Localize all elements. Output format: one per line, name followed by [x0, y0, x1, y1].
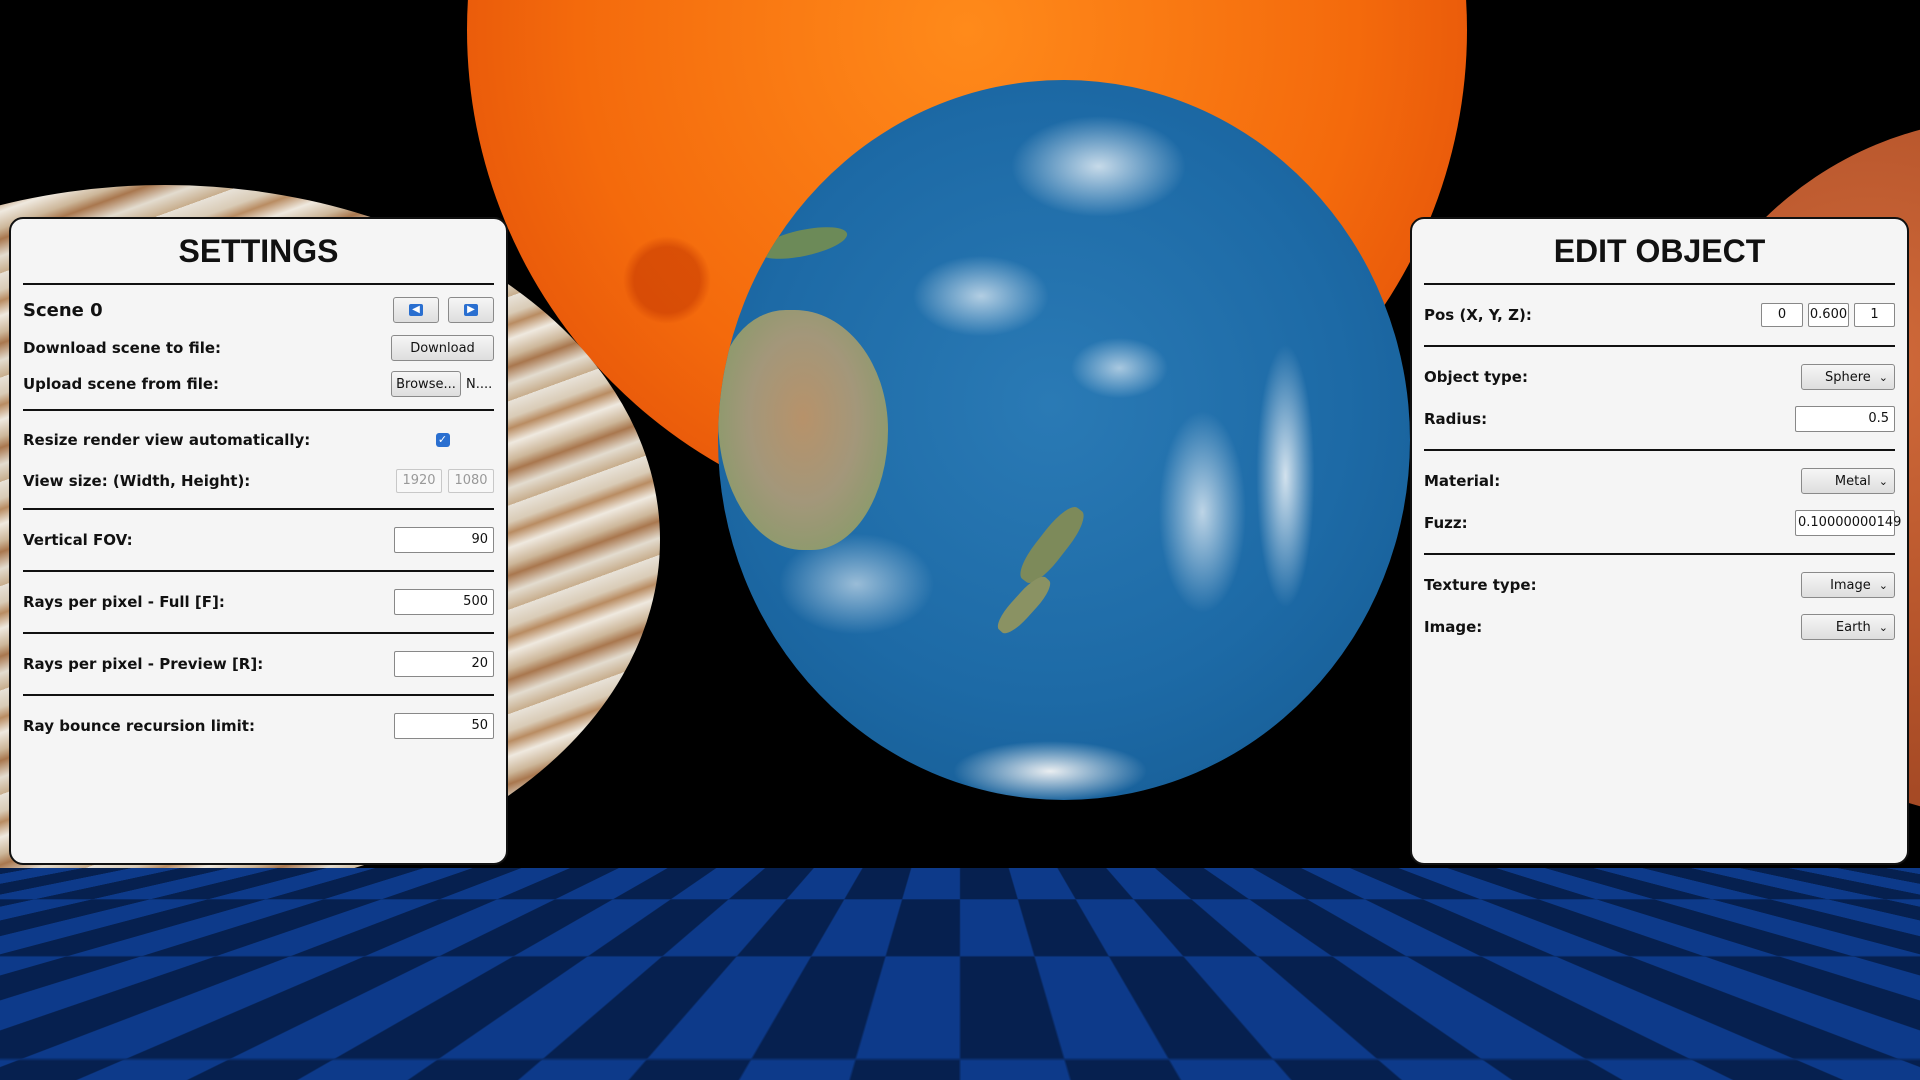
chevron-down-icon: ⌄: [1878, 578, 1888, 592]
material-select[interactable]: Metal ⌄: [1801, 468, 1895, 494]
view-width-input[interactable]: 1920: [396, 469, 442, 493]
view-size-label: View size: (Width, Height):: [23, 472, 251, 490]
radius-label: Radius:: [1424, 410, 1488, 428]
pos-z-input[interactable]: 1: [1854, 303, 1895, 327]
prev-scene-button[interactable]: ◀: [393, 297, 439, 323]
arrow-right-icon: ▶: [464, 304, 478, 316]
browse-button[interactable]: Browse...: [391, 371, 461, 397]
fuzz-input[interactable]: 0.10000000149: [1795, 510, 1901, 536]
chevron-down-icon: ⌄: [1878, 370, 1888, 384]
earth-land: [1013, 500, 1091, 590]
resize-label: Resize render view automatically:: [23, 431, 311, 449]
settings-panel: SETTINGS Scene 0 ◀ ▶ Download scene to f…: [9, 217, 508, 865]
pos-y-input[interactable]: 0.600: [1808, 303, 1849, 327]
pos-label: Pos (X, Y, Z):: [1424, 306, 1532, 324]
chevron-down-icon: ⌄: [1878, 474, 1888, 488]
image-value: Earth: [1835, 619, 1871, 635]
texture-type-value: Image: [1830, 577, 1871, 593]
upload-label: Upload scene from file:: [23, 375, 220, 393]
rays-full-section: Rays per pixel - Full [F]: 500: [23, 572, 494, 634]
material-section: Material: Metal ⌄ Fuzz: 0.10000000149: [1424, 451, 1901, 555]
radius-input[interactable]: 0.5: [1795, 406, 1895, 432]
rays-full-label: Rays per pixel - Full [F]:: [23, 593, 225, 611]
rays-preview-section: Rays per pixel - Preview [R]: 20: [23, 634, 494, 696]
bounce-label: Ray bounce recursion limit:: [23, 717, 255, 735]
rays-preview-label: Rays per pixel - Preview [R]:: [23, 655, 264, 673]
checkerboard-floor[interactable]: [0, 868, 1920, 1080]
object-type-section: Object type: Sphere ⌄ Radius: 0.5: [1424, 347, 1895, 451]
earth-land: [718, 310, 888, 550]
view-section: Resize render view automatically: ✓ View…: [23, 411, 494, 510]
earth-sphere[interactable]: [718, 80, 1410, 800]
texture-type-select[interactable]: Image ⌄: [1801, 572, 1895, 598]
texture-type-label: Texture type:: [1424, 576, 1537, 594]
view-height-input[interactable]: 1080: [448, 469, 494, 493]
fov-input[interactable]: 90: [394, 527, 494, 553]
fov-section: Vertical FOV: 90: [23, 510, 494, 572]
image-label: Image:: [1424, 618, 1483, 636]
bounce-input[interactable]: 50: [394, 713, 494, 739]
next-scene-button[interactable]: ▶: [448, 297, 494, 323]
object-type-value: Sphere: [1824, 369, 1871, 385]
texture-section: Texture type: Image ⌄ Image: Earth ⌄: [1424, 555, 1895, 657]
position-section: Pos (X, Y, Z): 0 0.600 1: [1424, 285, 1895, 347]
download-button[interactable]: Download: [391, 335, 494, 361]
arrow-left-icon: ◀: [409, 304, 423, 316]
object-type-select[interactable]: Sphere ⌄: [1801, 364, 1895, 390]
rays-preview-input[interactable]: 20: [394, 651, 494, 677]
earth-land: [992, 571, 1056, 639]
edit-object-title: EDIT OBJECT: [1424, 219, 1895, 285]
rays-full-input[interactable]: 500: [394, 589, 494, 615]
settings-title: SETTINGS: [23, 219, 494, 285]
file-name-text: N....: [466, 376, 493, 392]
resize-checkbox[interactable]: ✓: [435, 433, 450, 447]
fuzz-label: Fuzz:: [1424, 514, 1468, 532]
scene-label: Scene 0: [23, 299, 103, 321]
pos-x-input[interactable]: 0: [1761, 303, 1803, 327]
download-label: Download scene to file:: [23, 339, 222, 357]
image-select[interactable]: Earth ⌄: [1801, 614, 1895, 640]
material-label: Material:: [1424, 472, 1501, 490]
bounce-section: Ray bounce recursion limit: 50: [23, 696, 494, 756]
edit-object-panel: EDIT OBJECT Pos (X, Y, Z): 0 0.600 1 Obj…: [1410, 217, 1909, 865]
object-type-label: Object type:: [1424, 368, 1528, 386]
fov-label: Vertical FOV:: [23, 531, 133, 549]
scene-section: Scene 0 ◀ ▶ Download scene to file: Down…: [23, 285, 494, 411]
chevron-down-icon: ⌄: [1878, 620, 1888, 634]
render-viewport[interactable]: SETTINGS Scene 0 ◀ ▶ Download scene to f…: [0, 0, 1920, 1080]
material-value: Metal: [1834, 473, 1871, 489]
